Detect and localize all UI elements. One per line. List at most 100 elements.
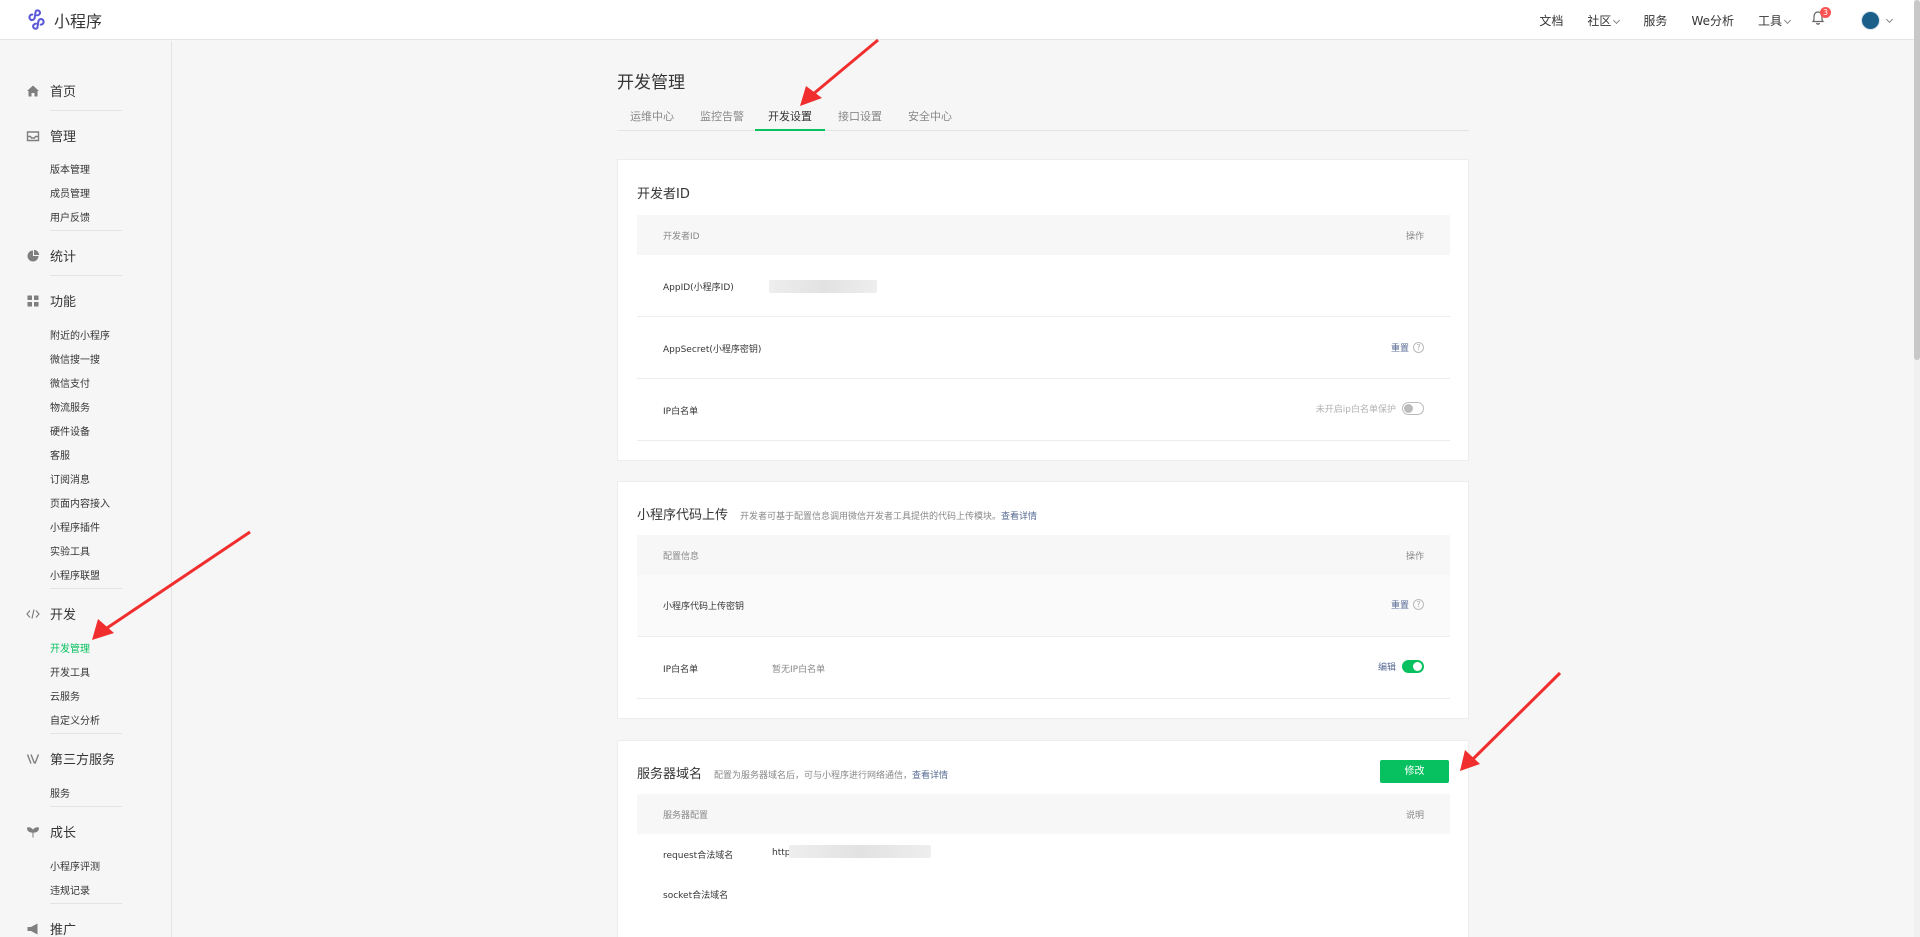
sidebar-subitem-dev-manage[interactable]: 开发管理 (50, 640, 90, 655)
upload-ip-toggle[interactable] (1402, 660, 1424, 673)
table-row: IP白名单 未开启ip白名单保护 (637, 379, 1450, 441)
table-row: IP白名单 暂无IP白名单 编辑 (637, 637, 1450, 699)
card-description: 开发者可基于配置信息调用微信开发者工具提供的代码上传模块。 (740, 512, 1002, 522)
sidebar-item-stats[interactable]: 统计 (26, 246, 76, 265)
page-title: 开发管理 (617, 73, 685, 93)
notifications-button[interactable]: 3 (1810, 7, 1831, 30)
scrollbar-thumb[interactable] (1914, 0, 1920, 360)
card-title: 服务器域名 配置为服务器域名后，可与小程序进行网络通信，查看详情 (637, 767, 949, 782)
view-details-link[interactable]: 查看详情 (912, 771, 948, 781)
redacted-value (769, 280, 877, 293)
sidebar-subitem-dev-tools[interactable]: 开发工具 (50, 664, 90, 679)
sidebar-subitem-cloud[interactable]: 云服务 (50, 688, 80, 703)
nav-community[interactable]: 社区 (1587, 12, 1621, 29)
sidebar-item-promote[interactable]: 推广 (26, 919, 76, 937)
tab-ops-center[interactable]: 运维中心 (617, 108, 687, 131)
top-nav: 文档 社区 服务 We分析 工具 (1515, 0, 1792, 40)
sidebar-subitem-pay[interactable]: 微信支付 (50, 375, 90, 390)
appsecret-label: AppSecret(小程序密钥) (663, 345, 762, 355)
ip-whitelist-label: IP白名单 (663, 407, 699, 417)
table-header: 服务器配置 说明 (637, 794, 1450, 834)
sidebar-subitem-violations[interactable]: 违规记录 (50, 882, 90, 897)
notification-badge: 3 (1820, 7, 1831, 18)
divider (50, 733, 122, 734)
chevron-down-icon (1613, 16, 1621, 24)
card-title: 开发者ID (637, 187, 690, 202)
upload-ip-value: 暂无IP白名单 (772, 665, 826, 675)
nav-tools[interactable]: 工具 (1758, 12, 1792, 29)
sidebar-subitem-page-content[interactable]: 页面内容接入 (50, 495, 110, 510)
sidebar-item-growth[interactable]: 成长 (26, 822, 76, 841)
card-title: 小程序代码上传 开发者可基于配置信息调用微信开发者工具提供的代码上传模块。查看详情 (637, 508, 1038, 523)
tab-security[interactable]: 安全中心 (895, 108, 965, 131)
table-row: 小程序代码上传密钥 重置 ? (637, 575, 1450, 637)
sidebar-subitem-plugins[interactable]: 小程序插件 (50, 519, 100, 534)
developer-id-card: 开发者ID 开发者ID 操作 AppID(小程序ID) AppSecret(小程… (617, 159, 1469, 461)
tab-bar: 运维中心 监控告警 开发设置 接口设置 安全中心 (617, 108, 1469, 131)
miniprogram-logo-icon (28, 9, 45, 30)
third-party-icon (26, 752, 40, 766)
edit-ip-link[interactable]: 编辑 (1378, 660, 1396, 673)
app-name: 小程序 (54, 12, 103, 31)
sidebar-subitem-customer-service[interactable]: 客服 (50, 447, 70, 462)
sidebar-subitem-lab[interactable]: 实验工具 (50, 543, 90, 558)
annotation-arrow (800, 38, 879, 106)
code-icon (26, 607, 40, 621)
divider (50, 903, 122, 904)
view-details-link[interactable]: 查看详情 (1001, 512, 1037, 522)
sidebar-subitem-nearby[interactable]: 附近的小程序 (50, 327, 110, 342)
help-icon[interactable]: ? (1413, 599, 1424, 610)
code-upload-card: 小程序代码上传 开发者可基于配置信息调用微信开发者工具提供的代码上传模块。查看详情… (617, 481, 1469, 719)
sidebar-subitem-hardware[interactable]: 硬件设备 (50, 423, 90, 438)
reset-upload-key-link[interactable]: 重置 (1391, 598, 1409, 611)
sidebar: 首页 管理 版本管理 成员管理 用户反馈 统计 功能 附近的小程序 微信搜一搜 … (0, 41, 172, 937)
sprout-icon (26, 825, 40, 839)
divider (50, 275, 122, 276)
annotation-arrow (1460, 671, 1562, 771)
chevron-down-icon[interactable] (1885, 15, 1894, 24)
page-scrollbar[interactable] (1914, 0, 1920, 937)
ip-protection-status: 未开启ip白名单保护 (1315, 405, 1396, 415)
card-description: 配置为服务器域名后，可与小程序进行网络通信， (714, 771, 913, 781)
nav-we-analysis[interactable]: We分析 (1691, 12, 1734, 29)
top-bar: 小程序 文档 社区 服务 We分析 工具 3 (0, 0, 1920, 40)
nav-services[interactable]: 服务 (1643, 12, 1667, 29)
megaphone-icon (26, 922, 40, 936)
request-domain-label: request合法域名 (663, 851, 734, 861)
sidebar-subitem-feedback[interactable]: 用户反馈 (50, 209, 90, 224)
table-row: AppSecret(小程序密钥) 重置 ? (637, 317, 1450, 379)
help-icon[interactable]: ? (1413, 342, 1424, 353)
pie-chart-icon (26, 249, 40, 263)
avatar[interactable] (1861, 11, 1880, 30)
sidebar-subitem-review[interactable]: 小程序评测 (50, 858, 100, 873)
sidebar-subitem-custom-analysis[interactable]: 自定义分析 (50, 712, 100, 727)
upload-key-label: 小程序代码上传密钥 (663, 602, 745, 612)
sidebar-item-develop[interactable]: 开发 (26, 604, 76, 623)
redacted-value (789, 845, 931, 858)
table-row: request合法域名 http (637, 834, 1450, 874)
divider (50, 806, 122, 807)
tab-monitoring[interactable]: 监控告警 (687, 108, 757, 131)
sidebar-subitem-alliance[interactable]: 小程序联盟 (50, 567, 100, 582)
table-header: 开发者ID 操作 (637, 215, 1450, 255)
home-icon (26, 84, 40, 98)
nav-docs[interactable]: 文档 (1539, 12, 1563, 29)
ip-protection-toggle[interactable] (1402, 402, 1424, 415)
logo[interactable]: 小程序 (26, 8, 102, 32)
sidebar-subitem-service[interactable]: 服务 (50, 785, 70, 800)
sidebar-item-third-party[interactable]: 第三方服务 (26, 749, 115, 768)
sidebar-subitem-logistics[interactable]: 物流服务 (50, 399, 90, 414)
sidebar-subitem-search[interactable]: 微信搜一搜 (50, 351, 100, 366)
sidebar-item-manage[interactable]: 管理 (26, 126, 76, 145)
upload-ip-label: IP白名单 (663, 665, 699, 675)
table-header: 配置信息 操作 (637, 535, 1450, 575)
sidebar-subitem-version[interactable]: 版本管理 (50, 161, 90, 176)
tab-api-settings[interactable]: 接口设置 (825, 108, 895, 131)
modify-button[interactable]: 修改 (1380, 760, 1449, 783)
sidebar-subitem-subscribe[interactable]: 订阅消息 (50, 471, 90, 486)
sidebar-item-home[interactable]: 首页 (26, 81, 76, 100)
tab-dev-settings[interactable]: 开发设置 (755, 108, 825, 131)
reset-appsecret-link[interactable]: 重置 (1391, 341, 1409, 354)
sidebar-item-features[interactable]: 功能 (26, 291, 76, 310)
sidebar-subitem-members[interactable]: 成员管理 (50, 185, 90, 200)
